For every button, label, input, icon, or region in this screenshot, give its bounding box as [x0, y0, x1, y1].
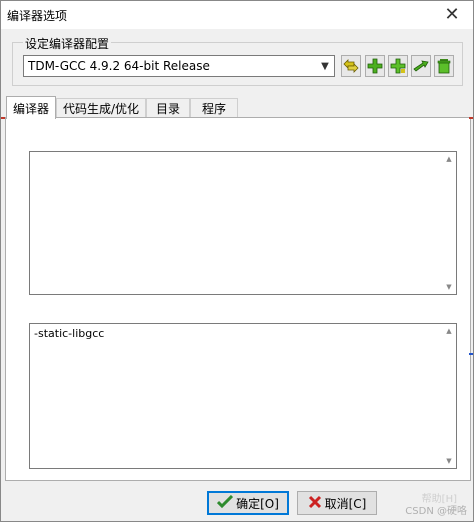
scroll-up-icon[interactable]: ▲	[444, 154, 454, 164]
scroll-down-icon[interactable]: ▼	[444, 456, 454, 466]
scroll-down-icon[interactable]: ▼	[444, 282, 454, 292]
tab-directories[interactable]: 目录	[146, 98, 190, 118]
close-icon	[308, 495, 325, 512]
compiler-select-value: TDM-GCC 4.9.2 64-bit Release	[28, 59, 210, 73]
rename-icon	[413, 59, 429, 73]
tab-codegen[interactable]: 代码生成/优化	[56, 98, 146, 118]
tab-directories-label: 目录	[155, 102, 180, 116]
scroll-up-icon[interactable]: ▲	[444, 326, 454, 336]
window-title: 编译器选项	[7, 9, 68, 23]
tab-programs-label: 程序	[201, 102, 226, 116]
swap-icon	[343, 59, 359, 73]
compiler-config-label: 设定编译器配置	[23, 35, 112, 52]
ok-button-label: 确定[O]	[236, 496, 279, 511]
copy-profile-button[interactable]	[388, 55, 408, 77]
linker-commands-value: -static-libgcc	[34, 327, 105, 340]
cancel-button-label: 取消[C]	[324, 496, 367, 511]
linker-commands-field[interactable]: -static-libgcc ▲ ▼	[29, 323, 457, 469]
delete-icon	[437, 58, 451, 74]
chevron-down-icon: ▼	[321, 60, 329, 72]
tab-compiler[interactable]: 编译器	[6, 96, 56, 119]
swap-profile-button[interactable]	[341, 55, 361, 77]
rename-profile-button[interactable]	[411, 55, 431, 77]
compiler-select[interactable]: TDM-GCC 4.9.2 64-bit Release ▼	[23, 55, 335, 77]
check-icon	[217, 494, 236, 512]
delete-profile-button[interactable]	[434, 55, 454, 77]
tab-codegen-label: 代码生成/优化	[62, 102, 140, 116]
ok-button[interactable]: 确定[O]	[207, 491, 289, 515]
csdn-watermark: CSDN @硬咯	[405, 506, 467, 517]
compiler-options-dialog: 编译器选项 ✕ 设定编译器配置 TDM-GCC 4.9.2 64-bit Rel…	[0, 0, 474, 522]
tab-compiler-label: 编译器	[12, 101, 49, 116]
edge-accent	[469, 353, 473, 355]
add-profile-button[interactable]	[365, 55, 385, 77]
edge-accent	[469, 117, 473, 119]
cancel-button[interactable]: 取消[C]	[297, 491, 377, 515]
title-bar: 编译器选项 ✕	[1, 1, 473, 29]
tab-programs[interactable]: 程序	[190, 98, 238, 118]
close-button[interactable]: ✕	[441, 5, 463, 25]
add-icon	[367, 58, 383, 74]
add-copy-icon	[390, 58, 406, 74]
compile-commands-field[interactable]: ▲ ▼	[29, 151, 457, 295]
edge-accent	[1, 117, 5, 119]
